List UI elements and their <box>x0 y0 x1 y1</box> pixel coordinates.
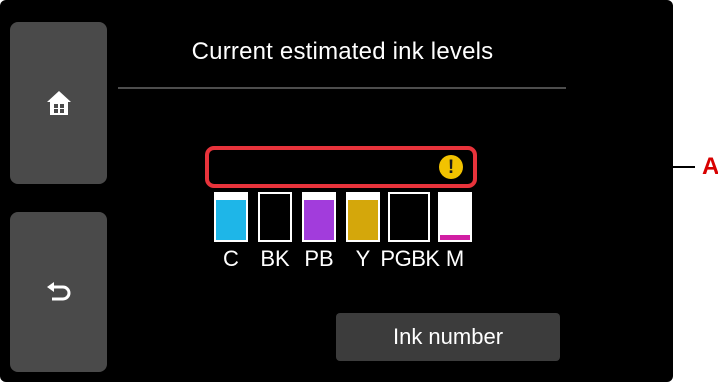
home-icon <box>46 91 71 115</box>
printer-touch-screen: Current estimated ink levels ! C BK PB Y… <box>0 0 673 382</box>
ink-level-fill <box>304 199 334 240</box>
exclamation-warning-icon: ! <box>439 155 463 179</box>
ink-label: BK <box>260 246 290 271</box>
ink-level-fill <box>440 235 470 240</box>
ink-level-fill <box>260 199 290 240</box>
ink-tank <box>346 192 380 242</box>
ink-level-fill <box>216 199 246 240</box>
ink-number-button[interactable]: Ink number <box>336 313 560 361</box>
callout-leader-line <box>477 166 695 168</box>
back-arrow-icon <box>46 282 70 301</box>
back-button[interactable] <box>10 212 107 372</box>
ink-tank <box>214 192 248 242</box>
ink-tank <box>438 192 472 242</box>
ink-label: M <box>445 246 465 271</box>
home-button[interactable] <box>10 22 107 184</box>
page-title: Current estimated ink levels <box>191 38 494 65</box>
ink-label: PB <box>304 246 334 271</box>
ink-tank <box>302 192 336 242</box>
ink-label: PGBK <box>380 246 440 271</box>
ink-label: C <box>223 246 239 271</box>
title-divider <box>118 87 566 89</box>
ink-level-fill <box>390 199 428 240</box>
ink-status-message-area: ! <box>205 146 477 188</box>
ink-tank <box>388 192 430 242</box>
ink-tank <box>258 192 292 242</box>
ink-level-fill <box>348 199 378 240</box>
callout-label: A <box>702 153 718 180</box>
